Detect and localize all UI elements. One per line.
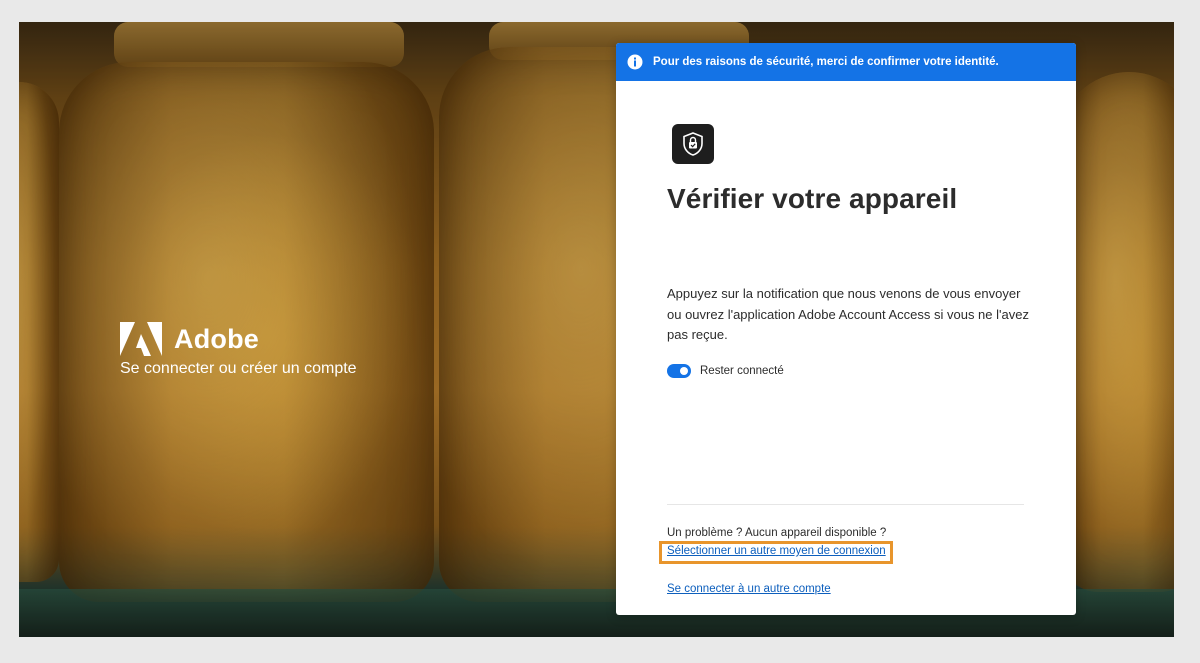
toggle-knob	[680, 367, 688, 375]
brand-name: Adobe	[174, 323, 259, 354]
info-icon	[627, 54, 643, 70]
shield-lock-icon	[683, 132, 703, 156]
divider	[667, 504, 1024, 505]
brand-tagline: Se connecter ou créer un compte	[120, 360, 357, 377]
brand-block: Adobe Se connecter ou créer un compte	[120, 322, 357, 378]
security-banner: Pour des raisons de sécurité, merci de c…	[616, 43, 1076, 81]
adobe-logo-icon	[120, 322, 162, 356]
account-access-app-icon	[672, 124, 714, 164]
brand-row: Adobe	[120, 322, 357, 356]
screenshot-frame: Adobe Se connecter ou créer un compte Po…	[19, 22, 1174, 637]
instruction-text: Appuyez sur la notification que nous ven…	[667, 286, 1029, 342]
stay-signed-in-toggle[interactable]	[667, 364, 691, 378]
problem-text: Un problème ? Aucun appareil disponible …	[667, 527, 887, 539]
stay-signed-in-row: Rester connecté	[667, 364, 784, 378]
select-other-method-link[interactable]: Sélectionner un autre moyen de connexion	[667, 545, 886, 557]
banner-text: Pour des raisons de sécurité, merci de c…	[653, 56, 999, 68]
stay-signed-in-label: Rester connecté	[700, 365, 784, 377]
page-title: Vérifier votre appareil	[667, 183, 958, 214]
other-account-link[interactable]: Se connecter à un autre compte	[667, 583, 831, 595]
verification-card: Pour des raisons de sécurité, merci de c…	[616, 43, 1076, 615]
